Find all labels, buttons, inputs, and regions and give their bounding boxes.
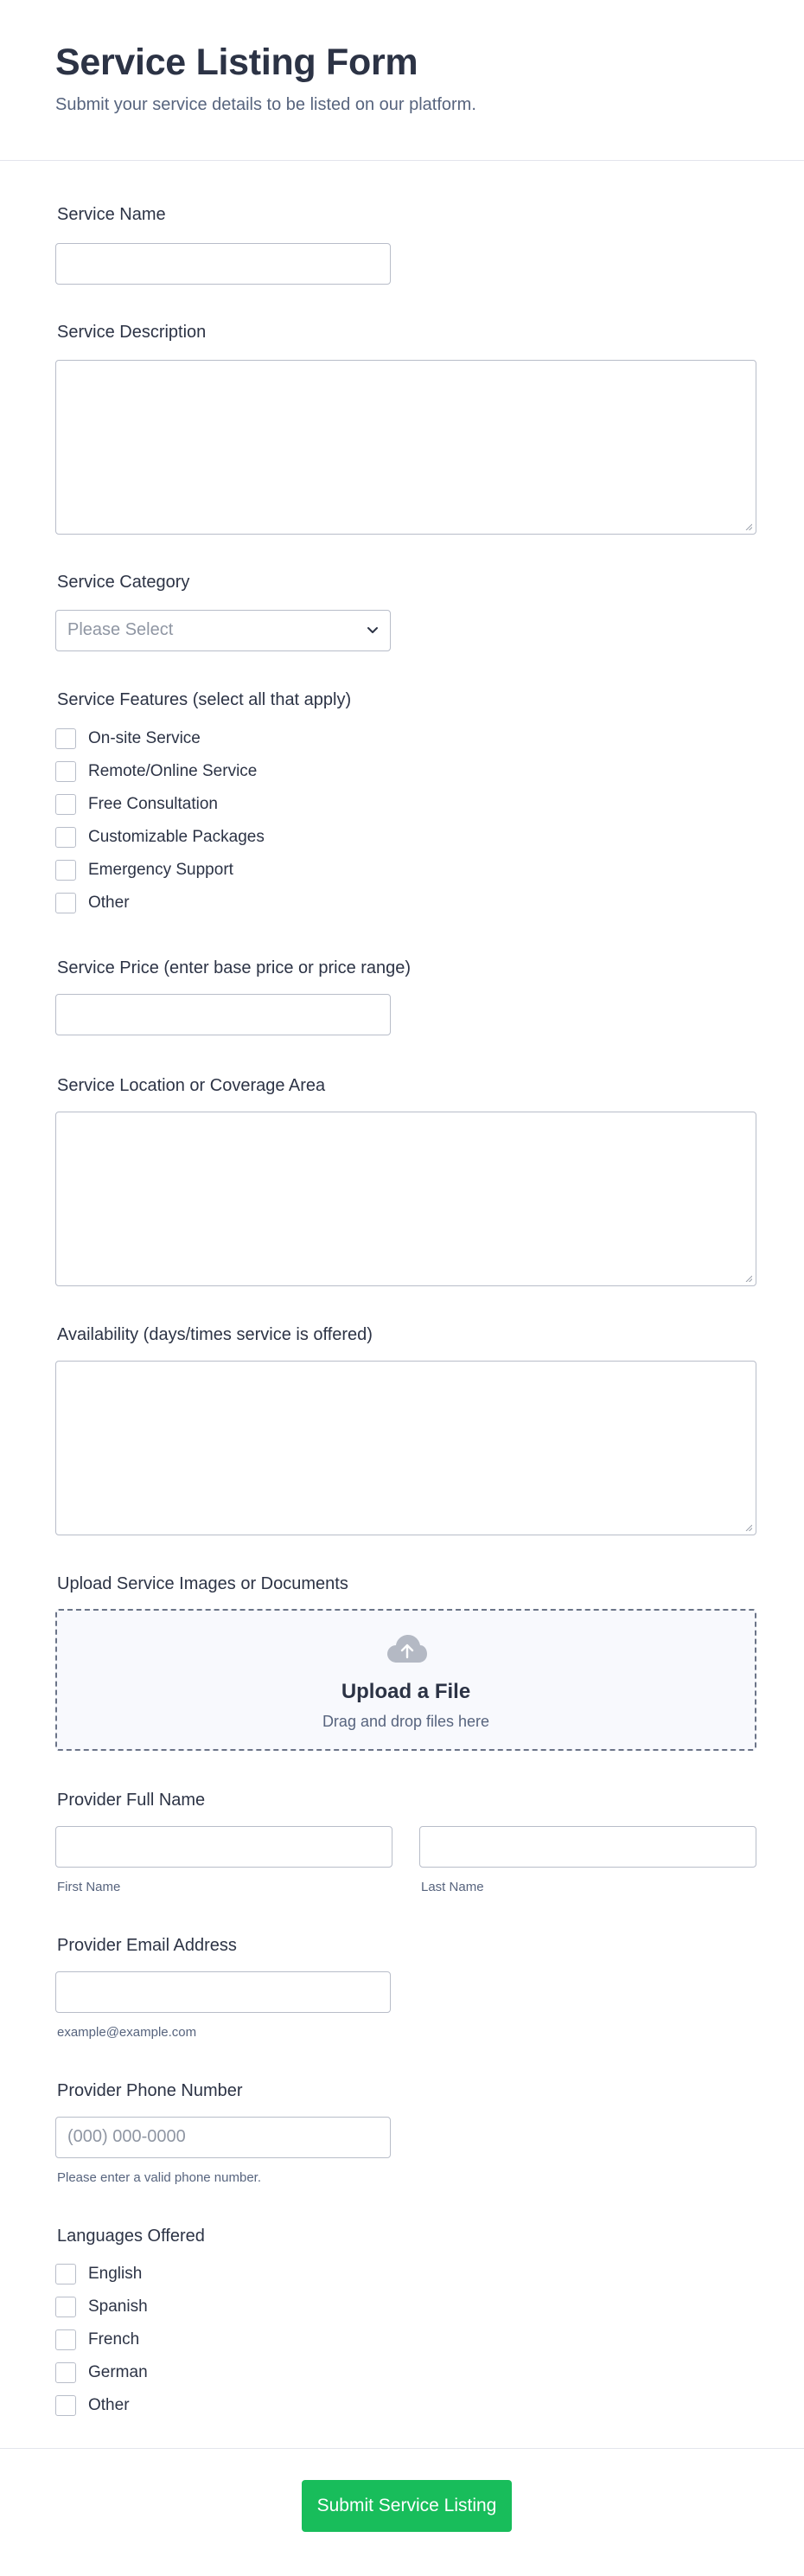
checkbox[interactable] xyxy=(55,728,76,749)
checkbox-label: English xyxy=(88,2265,143,2283)
checkbox[interactable] xyxy=(55,827,76,848)
phone-sublabel: Please enter a valid phone number. xyxy=(57,2170,261,2185)
cloud-upload-icon xyxy=(387,1635,427,1663)
checkbox[interactable] xyxy=(55,860,76,881)
page-subtitle: Submit your service details to be listed… xyxy=(55,95,476,114)
phone-field[interactable]: (000) 000-0000 xyxy=(55,2117,391,2158)
service-price-label: Service Price (enter base price or price… xyxy=(57,958,412,977)
form-header: Service Listing Form Submit your service… xyxy=(0,0,804,161)
checkbox-label: Remote/Online Service xyxy=(88,762,258,780)
last-name-input[interactable] xyxy=(419,1826,756,1868)
checkbox[interactable] xyxy=(55,2264,76,2284)
service-description-label: Service Description xyxy=(57,323,207,342)
checkbox[interactable] xyxy=(55,2329,76,2350)
checkbox[interactable] xyxy=(55,2297,76,2317)
checkbox[interactable] xyxy=(55,761,76,782)
checkbox-label: On-site Service xyxy=(88,729,201,747)
upload-title: Upload a File xyxy=(341,1680,471,1703)
email-field[interactable] xyxy=(55,1971,391,2013)
resize-handle-icon[interactable] xyxy=(745,1275,752,1282)
service-location-textarea[interactable] xyxy=(55,1112,756,1286)
chevron-down-icon xyxy=(367,627,378,633)
upload-subtitle: Drag and drop files here xyxy=(322,1713,490,1730)
upload-label: Upload Service Images or Documents xyxy=(57,1574,348,1593)
service-category-select[interactable]: Please Select xyxy=(55,610,391,651)
service-description-textarea[interactable] xyxy=(55,360,756,535)
service-category-placeholder: Please Select xyxy=(67,620,174,639)
email-sublabel: example@example.com xyxy=(57,2025,197,2040)
availability-textarea[interactable] xyxy=(55,1361,756,1535)
service-price-input[interactable] xyxy=(55,994,391,1035)
first-name-sublabel: First Name xyxy=(57,1880,121,1894)
service-category-label: Service Category xyxy=(57,573,190,592)
checkbox[interactable] xyxy=(55,2362,76,2383)
service-name-label: Service Name xyxy=(57,205,166,224)
checkbox-label: Other xyxy=(88,894,130,912)
provider-phone-label: Provider Phone Number xyxy=(57,2081,243,2100)
provider-email-label: Provider Email Address xyxy=(57,1936,237,1955)
checkbox[interactable] xyxy=(55,2395,76,2416)
footer-divider xyxy=(0,2448,804,2449)
checkbox[interactable] xyxy=(55,794,76,815)
submit-button[interactable]: Submit Service Listing xyxy=(302,2480,512,2532)
checkbox-label: German xyxy=(88,2363,148,2381)
checkbox-label: Free Consultation xyxy=(88,795,218,813)
first-name-input[interactable] xyxy=(55,1826,392,1868)
page-title: Service Listing Form xyxy=(55,42,418,83)
resize-handle-icon[interactable] xyxy=(745,1524,752,1531)
phone-placeholder: (000) 000-0000 xyxy=(67,2127,186,2146)
checkbox-label: Other xyxy=(88,2396,130,2414)
last-name-sublabel: Last Name xyxy=(421,1880,484,1894)
checkbox-label: French xyxy=(88,2330,140,2349)
checkbox-label: Customizable Packages xyxy=(88,828,265,846)
checkbox-label: Spanish xyxy=(88,2297,148,2316)
service-name-input[interactable] xyxy=(55,243,391,285)
file-upload-dropzone[interactable]: Upload a File Drag and drop files here xyxy=(55,1609,756,1751)
checkbox[interactable] xyxy=(55,893,76,913)
resize-handle-icon[interactable] xyxy=(745,523,752,530)
service-location-label: Service Location or Coverage Area xyxy=(57,1076,326,1095)
service-features-label: Service Features (select all that apply) xyxy=(57,690,352,709)
checkbox-label: Emergency Support xyxy=(88,861,233,879)
languages-label: Languages Offered xyxy=(57,2227,205,2246)
availability-label: Availability (days/times service is offe… xyxy=(57,1325,373,1344)
provider-name-label: Provider Full Name xyxy=(57,1791,206,1810)
